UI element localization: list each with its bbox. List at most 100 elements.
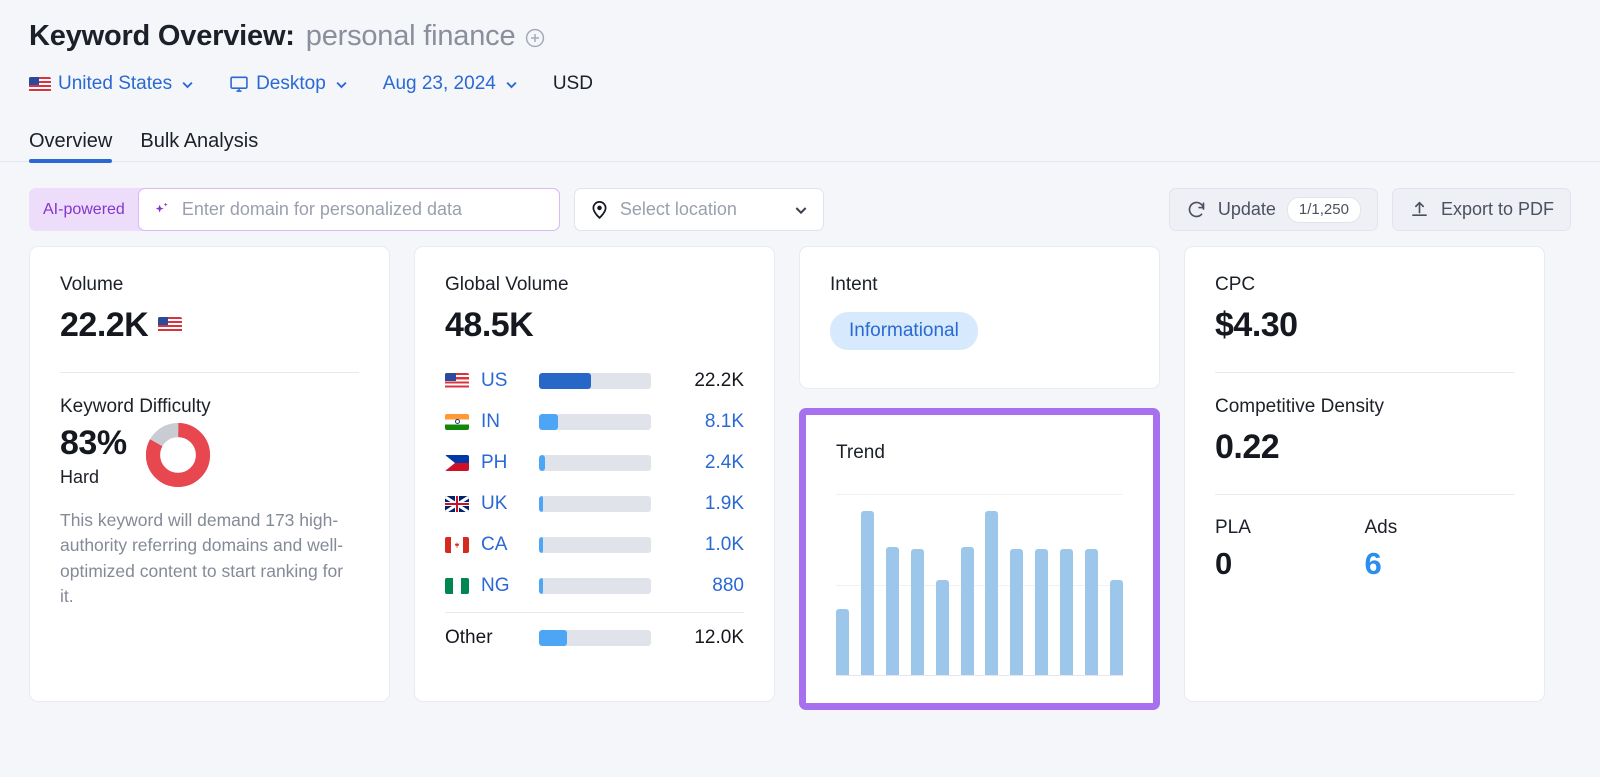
volume-value-ng[interactable]: 880 [712, 575, 744, 597]
trend-bar[interactable] [1010, 549, 1023, 675]
competitive-density-value: 0.22 [1215, 426, 1514, 469]
trend-bars-container [836, 493, 1123, 675]
trend-bar[interactable] [1060, 549, 1073, 675]
country-selector[interactable]: United States [29, 73, 195, 95]
chevron-down-icon [334, 77, 349, 92]
toolbar: AI-powered Select location [0, 162, 1600, 238]
global-volume-row: UK 1.9K [445, 483, 744, 524]
ai-domain-group: AI-powered [29, 188, 560, 231]
device-selector[interactable]: Desktop [229, 73, 349, 95]
trend-bar[interactable] [1110, 580, 1123, 675]
domain-input[interactable] [182, 199, 546, 220]
divider [445, 612, 744, 613]
trend-bar[interactable] [861, 511, 874, 675]
page-title: Keyword Overview: [29, 20, 295, 53]
intent-chip[interactable]: Informational [830, 312, 978, 350]
volume-value-row: 22.2K [60, 304, 359, 347]
trend-bar[interactable] [911, 549, 924, 675]
trend-bar[interactable] [961, 547, 974, 675]
ads-block: Ads 6 [1365, 517, 1515, 582]
update-button[interactable]: Update 1/1,250 [1169, 188, 1378, 231]
global-volume-value: 48.5K [445, 304, 744, 347]
volume-bar-fill [539, 496, 543, 512]
desktop-monitor-icon [229, 74, 249, 94]
other-bar-fill [539, 630, 567, 646]
volume-bar-track [539, 373, 651, 389]
us-flag-icon [158, 317, 182, 333]
volume-label: Volume [60, 273, 359, 298]
location-selector[interactable]: Select location [574, 188, 824, 231]
global-volume-row: NG 880 [445, 565, 744, 606]
plus-circle-icon[interactable] [524, 27, 546, 49]
chevron-down-icon [180, 77, 195, 92]
trend-bar[interactable] [886, 547, 899, 675]
global-volume-row: IN 8.1K [445, 401, 744, 442]
page-title-keyword: personal finance [306, 20, 516, 53]
ads-value[interactable]: 6 [1365, 546, 1515, 582]
currency-value: USD [553, 73, 593, 95]
date-selector[interactable]: Aug 23, 2024 [383, 73, 519, 95]
flag-ng-icon [445, 578, 469, 594]
tabs-bar: Overview Bulk Analysis [0, 114, 1600, 162]
country-code-uk[interactable]: UK [481, 493, 535, 515]
volume-value-in[interactable]: 8.1K [705, 411, 744, 433]
export-label: Export to PDF [1441, 199, 1554, 220]
country-code-ph[interactable]: PH [481, 452, 535, 474]
intent-label: Intent [830, 273, 1129, 298]
volume-bar-track [539, 496, 651, 512]
volume-bar-fill [539, 578, 543, 594]
volume-bar-fill [539, 373, 591, 389]
volume-value-ph[interactable]: 2.4K [705, 452, 744, 474]
tab-overview[interactable]: Overview [29, 131, 112, 161]
cpc-label: CPC [1215, 273, 1514, 298]
global-volume-row: US22.2K [445, 360, 744, 401]
volume-card: Volume 22.2K Keyword Difficulty 83% Hard [29, 246, 390, 702]
ads-label: Ads [1365, 517, 1515, 539]
trend-bar[interactable] [985, 511, 998, 675]
trend-bar[interactable] [936, 580, 949, 675]
export-pdf-button[interactable]: Export to PDF [1392, 188, 1571, 231]
title-row: Keyword Overview: personal finance [29, 14, 1600, 58]
flag-in-icon [445, 414, 469, 430]
flag-uk-icon [445, 496, 469, 512]
chart-axis-line [836, 675, 1123, 676]
trend-bar[interactable] [836, 609, 849, 675]
column-global-volume: Global Volume 48.5K US22.2K IN 8.1K PH 2.4K U… [414, 246, 775, 702]
currency-label: USD [553, 73, 593, 95]
other-value: 12.0K [694, 627, 744, 649]
ai-powered-badge: AI-powered [29, 188, 138, 231]
tab-bulk-analysis[interactable]: Bulk Analysis [140, 131, 258, 161]
pla-value: 0 [1215, 546, 1365, 582]
upload-export-icon [1409, 199, 1430, 220]
trend-bar[interactable] [1035, 549, 1048, 675]
page-header: Keyword Overview: personal finance Unite… [0, 0, 1600, 104]
other-bar-track [539, 630, 651, 646]
trend-bar[interactable] [1085, 549, 1098, 675]
other-label: Other [445, 627, 535, 649]
global-volume-label: Global Volume [445, 273, 744, 298]
global-volume-row: CA 1.0K [445, 524, 744, 565]
country-code-ng[interactable]: NG [481, 575, 535, 597]
volume-bar-fill [539, 414, 558, 430]
pla-ads-row: PLA 0 Ads 6 [1215, 517, 1514, 582]
flag-ca-icon [445, 537, 469, 553]
volume-value: 22.2K [60, 304, 148, 347]
country-code-ca[interactable]: CA [481, 534, 535, 556]
us-flag-icon [29, 77, 51, 92]
volume-value-uk[interactable]: 1.9K [705, 493, 744, 515]
device-label: Desktop [256, 73, 326, 95]
column-intent-trend: Intent Informational Trend [799, 246, 1160, 710]
trend-card-highlight: Trend [799, 408, 1160, 710]
keyword-difficulty-label: Keyword Difficulty [60, 395, 359, 420]
chevron-down-icon [793, 202, 809, 218]
country-code-us[interactable]: US [481, 370, 535, 392]
metrics-card-grid: Volume 22.2K Keyword Difficulty 83% Hard [0, 246, 1600, 710]
volume-bar-track [539, 578, 651, 594]
sparkle-icon [152, 200, 172, 220]
keyword-difficulty-text: 83% Hard [60, 420, 127, 488]
domain-input-wrapper[interactable] [138, 188, 560, 231]
update-label: Update [1218, 199, 1276, 220]
competitive-density-label: Competitive Density [1215, 395, 1514, 420]
volume-value-ca[interactable]: 1.0K [705, 534, 744, 556]
country-code-in[interactable]: IN [481, 411, 535, 433]
